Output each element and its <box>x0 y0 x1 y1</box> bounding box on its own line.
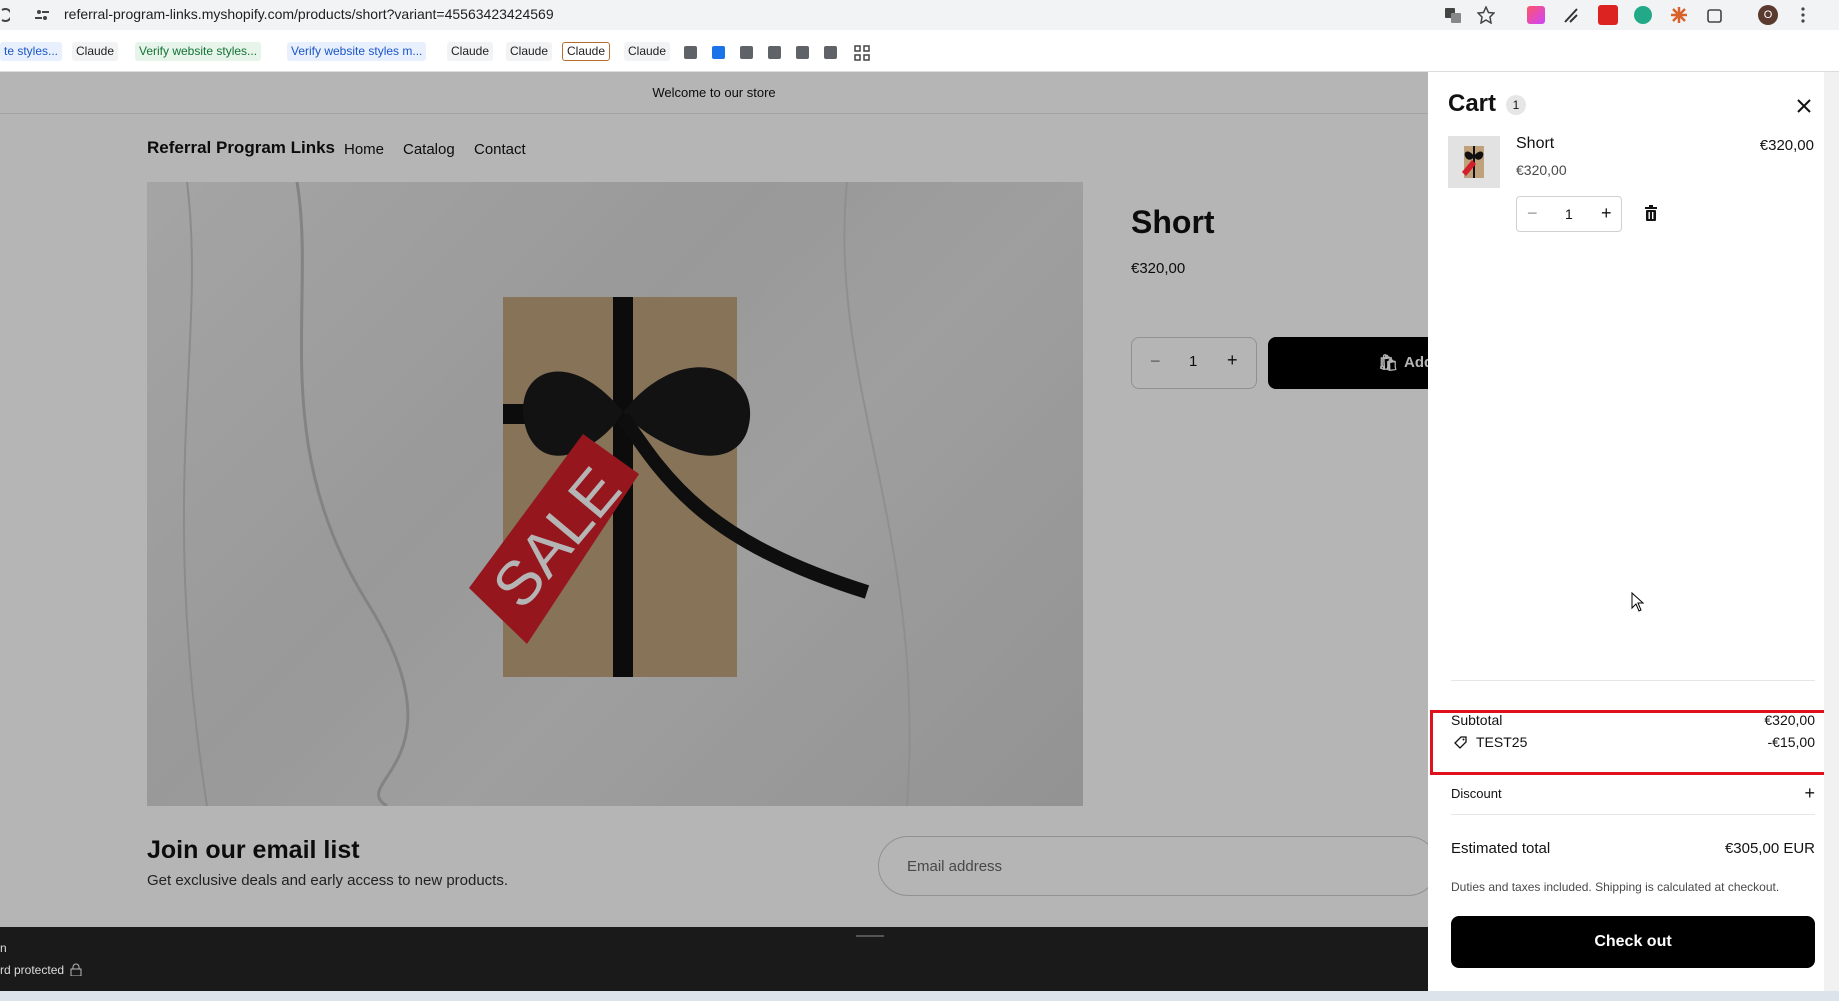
bookmark-item[interactable]: Verify website styles m... <box>287 42 427 61</box>
bookmark-icon[interactable] <box>796 46 809 59</box>
bookmark-icon[interactable] <box>740 46 753 59</box>
mouse-cursor-icon <box>1631 592 1645 612</box>
claude-extension-icon[interactable] <box>1670 6 1688 24</box>
minus-icon[interactable]: − <box>1527 203 1538 224</box>
reload-icon[interactable] <box>0 7 10 23</box>
cart-item-name[interactable]: Short <box>1516 135 1554 153</box>
divider <box>1451 814 1815 815</box>
cart-title: Cart <box>1448 90 1497 117</box>
bookmark-item[interactable]: Claude <box>624 42 671 61</box>
bookmark-item[interactable]: Claude <box>447 42 494 61</box>
cart-item-line-total: €320,00 <box>1759 137 1814 154</box>
highlight-box <box>1430 710 1839 775</box>
store-footer: n rd protected <box>0 927 1428 991</box>
plus-icon[interactable]: + <box>1601 203 1612 224</box>
checkout-button[interactable]: Check out <box>1451 916 1815 968</box>
cart-item-thumbnail[interactable] <box>1448 136 1500 188</box>
profile-avatar[interactable]: O <box>1758 5 1778 25</box>
trash-icon[interactable] <box>1642 204 1660 222</box>
extension-pen-icon[interactable] <box>1562 6 1580 24</box>
cart-drawer: Cart 1 Short €320,00 €320,00 − 1 + Subto… <box>1428 72 1839 991</box>
lock-icon <box>70 963 82 976</box>
discount-toggle[interactable]: Discount + <box>1451 783 1815 804</box>
taxes-note: Duties and taxes included. Shipping is c… <box>1451 880 1780 894</box>
bookmarks-bar: te styles... Claude Verify website style… <box>0 30 1839 72</box>
page-scrollbar[interactable] <box>1824 72 1839 991</box>
cart-backdrop-overlay[interactable] <box>0 72 1428 927</box>
apps-grid-icon[interactable] <box>854 45 870 61</box>
estimated-total-row: Estimated total €305,00 EUR <box>1451 840 1815 857</box>
close-icon[interactable] <box>1792 94 1816 118</box>
bookmark-item[interactable]: Claude <box>72 42 119 61</box>
bookmark-icon[interactable] <box>712 46 725 59</box>
gift-thumbnail-illustration <box>1462 146 1484 178</box>
cart-quantity-value[interactable]: 1 <box>1565 206 1573 222</box>
cart-item-unit-price: €320,00 <box>1516 162 1567 178</box>
drag-handle[interactable] <box>856 935 884 937</box>
bookmark-icon[interactable] <box>768 46 781 59</box>
cart-quantity-stepper: − 1 + <box>1516 196 1622 232</box>
bookmark-item[interactable]: Verify website styles... <box>135 42 262 61</box>
bookmark-icon[interactable] <box>824 46 837 59</box>
divider <box>1451 680 1815 681</box>
extension-shield-icon[interactable] <box>1634 6 1652 24</box>
discount-toggle-label: Discount <box>1451 786 1502 801</box>
browser-address-bar: referral-program-links.myshopify.com/pro… <box>0 0 1839 30</box>
bookmark-icon[interactable] <box>684 46 697 59</box>
extension-off-icon[interactable] <box>1598 5 1618 25</box>
os-taskbar <box>0 991 1839 1001</box>
url-field[interactable]: referral-program-links.myshopify.com/pro… <box>64 6 554 22</box>
bookmark-item[interactable]: Claude <box>506 42 553 61</box>
estimated-total-label: Estimated total <box>1451 840 1551 857</box>
bookmark-item[interactable]: Claude <box>562 42 611 61</box>
footer-text: n <box>0 941 7 955</box>
extensions-puzzle-icon[interactable] <box>1706 6 1724 24</box>
bookmark-item[interactable]: te styles... <box>0 42 63 61</box>
estimated-total-value: €305,00 EUR <box>1724 840 1815 857</box>
browser-menu-icon[interactable] <box>1800 6 1806 24</box>
footer-text: rd protected <box>0 963 65 977</box>
bookmark-star-icon[interactable] <box>1477 6 1495 24</box>
cart-count-badge: 1 <box>1506 95 1526 115</box>
site-settings-icon[interactable] <box>34 7 50 23</box>
translate-icon[interactable] <box>1444 6 1462 24</box>
plus-icon[interactable]: + <box>1804 783 1815 804</box>
extension-gradient-icon[interactable] <box>1527 6 1545 24</box>
